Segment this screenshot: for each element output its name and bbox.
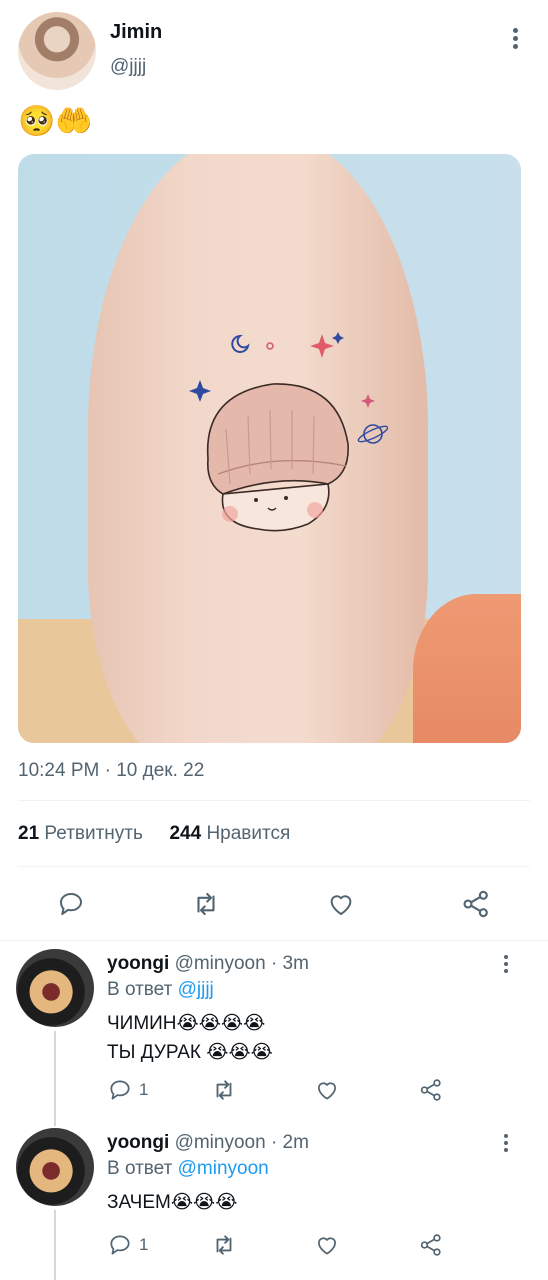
reply-button[interactable]: 1	[107, 1232, 148, 1258]
author-handle[interactable]: @jjjj	[110, 56, 146, 78]
tweet-text: 🥺🤲	[18, 105, 93, 138]
thread-line	[54, 1031, 56, 1126]
more-options-icon[interactable]	[506, 26, 526, 52]
reply-avatar[interactable]	[16, 949, 94, 1027]
reply-button[interactable]: 1	[107, 1077, 148, 1103]
like-button[interactable]	[324, 887, 358, 921]
reply-icon	[110, 1080, 130, 1100]
likes-label[interactable]: Нравится	[206, 823, 290, 844]
share-button[interactable]	[459, 887, 493, 921]
in-reply-prefix: В ответ	[107, 1158, 178, 1179]
reply-text: ЗАЧЕМ😭😭😭	[107, 1192, 238, 1213]
like-button[interactable]	[314, 1077, 340, 1103]
divider	[18, 800, 530, 801]
tweet-timestamp[interactable]: 10:24 PM · 10 дек. 22	[18, 760, 204, 782]
reply-avatar[interactable]	[16, 1128, 94, 1206]
retweet-button[interactable]	[210, 1232, 238, 1258]
thread-divider	[0, 940, 548, 941]
reply-author[interactable]: yoongi @minyoon · 3m	[107, 953, 309, 975]
retweet-icon	[197, 892, 215, 916]
reply-count: 1	[139, 1235, 149, 1254]
share-icon	[420, 1079, 441, 1101]
in-reply-to: В ответ @minyoon	[107, 1158, 269, 1180]
retweet-button[interactable]	[189, 887, 223, 921]
retweet-icon	[216, 1235, 232, 1255]
author-name[interactable]: Jimin	[110, 21, 162, 44]
retweets-count[interactable]: 21	[18, 823, 39, 844]
reply-count: 1	[139, 1080, 149, 1099]
in-reply-to: В ответ @jjjj	[107, 979, 214, 1001]
tattoo-drawing	[189, 332, 388, 532]
share-icon	[420, 1234, 441, 1256]
reply-icon	[110, 1235, 130, 1255]
retweets-label[interactable]: Ретвитнуть	[44, 823, 142, 844]
likes-count[interactable]: 244	[169, 823, 201, 844]
share-button[interactable]	[418, 1077, 444, 1103]
share-icon	[463, 890, 488, 918]
tweet-stats: 21 Ретвитнуть 244 Нравится	[18, 823, 290, 845]
like-icon	[318, 1082, 336, 1100]
reply-icon	[60, 893, 82, 915]
thread-line	[54, 1210, 56, 1280]
in-reply-prefix: В ответ	[107, 979, 178, 1000]
reply-author-name[interactable]: yoongi	[107, 1132, 169, 1153]
author-avatar[interactable]	[18, 12, 96, 90]
share-button[interactable]	[418, 1232, 444, 1258]
like-button[interactable]	[314, 1232, 340, 1258]
divider	[18, 866, 530, 867]
tweet-image[interactable]	[18, 154, 521, 743]
reply-author-handle[interactable]: @minyoon · 2m	[175, 1132, 309, 1153]
in-reply-link[interactable]: @jjjj	[178, 979, 214, 1000]
reply-author-handle[interactable]: @minyoon · 3m	[175, 953, 309, 974]
in-reply-link[interactable]: @minyoon	[178, 1158, 269, 1179]
reply-author[interactable]: yoongi @minyoon · 2m	[107, 1132, 309, 1154]
more-options-icon[interactable]	[500, 953, 514, 977]
like-icon	[318, 1237, 336, 1255]
retweet-button[interactable]	[210, 1077, 238, 1103]
more-options-icon[interactable]	[500, 1132, 514, 1156]
reply-author-name[interactable]: yoongi	[107, 953, 169, 974]
like-icon	[330, 895, 352, 915]
reply-button[interactable]	[54, 887, 88, 921]
retweet-icon	[216, 1080, 232, 1100]
image-sleeve	[413, 594, 521, 743]
reply-text: ЧИМИН😭😭😭😭 ТЫ ДУРАК 😭😭😭	[107, 1013, 273, 1063]
